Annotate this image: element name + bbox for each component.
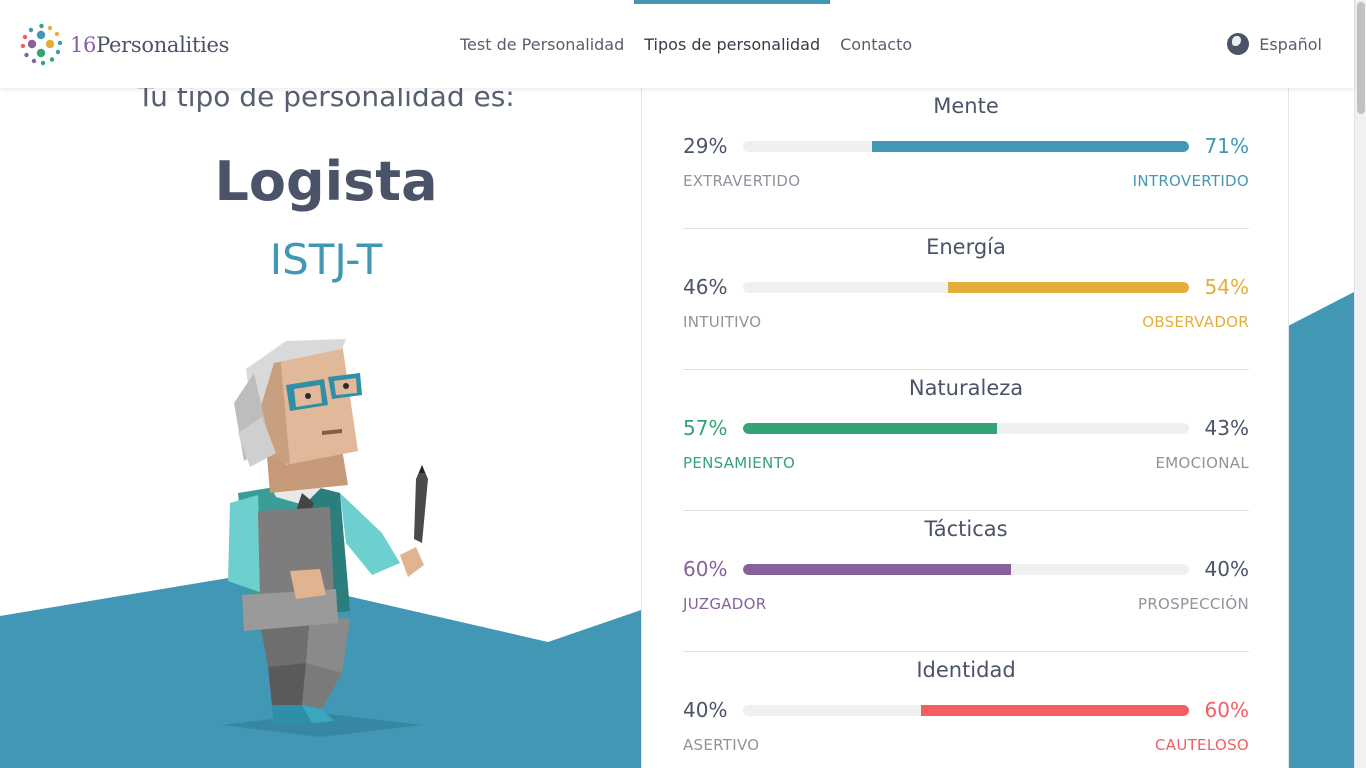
- trait-tactics: Tácticas 60% 40% JUZGADOR PROSPECCIÓN: [683, 511, 1249, 652]
- trait-bar-fill: [872, 141, 1189, 152]
- trait-left-label: PENSAMIENTO: [683, 454, 796, 472]
- trait-left-label: EXTRAVERTIDO: [683, 172, 801, 190]
- trait-left-percent: 46%: [683, 275, 728, 299]
- trait-right-label: INTROVERTIDO: [1132, 172, 1249, 190]
- site-header: 16Personalities Test de Personalidad Tip…: [0, 0, 1354, 88]
- logo-number: 16: [70, 32, 97, 57]
- trait-left-percent: 29%: [683, 134, 728, 158]
- result-intro: Tu tipo de personalidad es:: [137, 88, 515, 113]
- trait-nature: Naturaleza 57% 43% PENSAMIENTO EMOCIONAL: [683, 370, 1249, 511]
- nav-personality-test[interactable]: Test de Personalidad: [450, 0, 634, 88]
- trait-identity: Identidad 40% 60% ASERTIVO CAUTELOSO: [683, 652, 1249, 768]
- trait-right-label: OBSERVADOR: [1142, 313, 1249, 331]
- logo-wordmark: 16Personalities: [70, 33, 229, 57]
- trait-left-percent: 57%: [683, 416, 728, 440]
- trait-bar-fill: [743, 564, 1011, 575]
- trait-bar-fill: [948, 282, 1189, 293]
- traits-card: Mente 29% 71% EXTRAVERTIDO INTROVERTIDO …: [641, 88, 1289, 768]
- trait-right-percent: 40%: [1204, 557, 1249, 581]
- trait-bar: [743, 423, 1189, 434]
- globe-icon: [1227, 33, 1250, 55]
- trait-bar-fill: [743, 423, 998, 434]
- trait-energy: Energía 46% 54% INTUITIVO OBSERVADOR: [683, 229, 1249, 370]
- trait-left-percent: 40%: [683, 698, 728, 722]
- trait-title: Naturaleza: [908, 376, 1024, 400]
- trait-right-label: PROSPECCIÓN: [1137, 595, 1249, 613]
- trait-title: Mente: [933, 94, 999, 118]
- logo-dots-icon: [20, 23, 63, 66]
- nav-label: Test de Personalidad: [460, 34, 625, 54]
- trait-bar-fill: [921, 705, 1189, 716]
- trait-right-percent: 71%: [1204, 134, 1249, 158]
- page-scrollbar[interactable]: [1354, 0, 1366, 768]
- trait-right-percent: 54%: [1204, 275, 1249, 299]
- trait-title: Energía: [926, 235, 1006, 259]
- logistician-illustration: [222, 339, 428, 737]
- result-panel: Tu tipo de personalidad es: Logista ISTJ…: [0, 88, 641, 768]
- main-nav: Test de Personalidad Tipos de personalid…: [450, 0, 922, 88]
- trait-right-percent: 43%: [1204, 416, 1249, 440]
- trait-bar: [743, 564, 1189, 575]
- nav-personality-types[interactable]: Tipos de personalidad: [634, 0, 830, 88]
- nav-contact[interactable]: Contacto: [830, 0, 922, 88]
- trait-left-label: JUZGADOR: [683, 595, 767, 613]
- nav-label: Contacto: [840, 34, 913, 54]
- background-wave-right: [1288, 292, 1354, 768]
- personality-type-code: ISTJ-T: [269, 235, 383, 284]
- language-selector[interactable]: Español: [1227, 0, 1322, 88]
- trait-bar: [743, 282, 1189, 293]
- nav-label: Tipos de personalidad: [644, 34, 821, 54]
- scrollbar-thumb[interactable]: [1357, 2, 1365, 114]
- personality-type-name: Logista: [214, 150, 438, 213]
- trait-left-label: INTUITIVO: [683, 313, 762, 331]
- language-label: Español: [1259, 34, 1322, 54]
- logo-word: Personalities: [96, 32, 230, 57]
- site-logo[interactable]: 16Personalities: [19, 22, 229, 67]
- trait-right-label: CAUTELOSO: [1154, 736, 1249, 754]
- trait-bar: [743, 141, 1189, 152]
- trait-title: Identidad: [916, 658, 1016, 682]
- trait-left-label: ASERTIVO: [683, 736, 760, 754]
- trait-right-percent: 60%: [1204, 698, 1249, 722]
- trait-right-label: EMOCIONAL: [1155, 454, 1249, 472]
- trait-left-percent: 60%: [683, 557, 728, 581]
- trait-title: Tácticas: [924, 517, 1008, 541]
- trait-mind: Mente 29% 71% EXTRAVERTIDO INTROVERTIDO: [683, 88, 1249, 229]
- trait-bar: [743, 705, 1189, 716]
